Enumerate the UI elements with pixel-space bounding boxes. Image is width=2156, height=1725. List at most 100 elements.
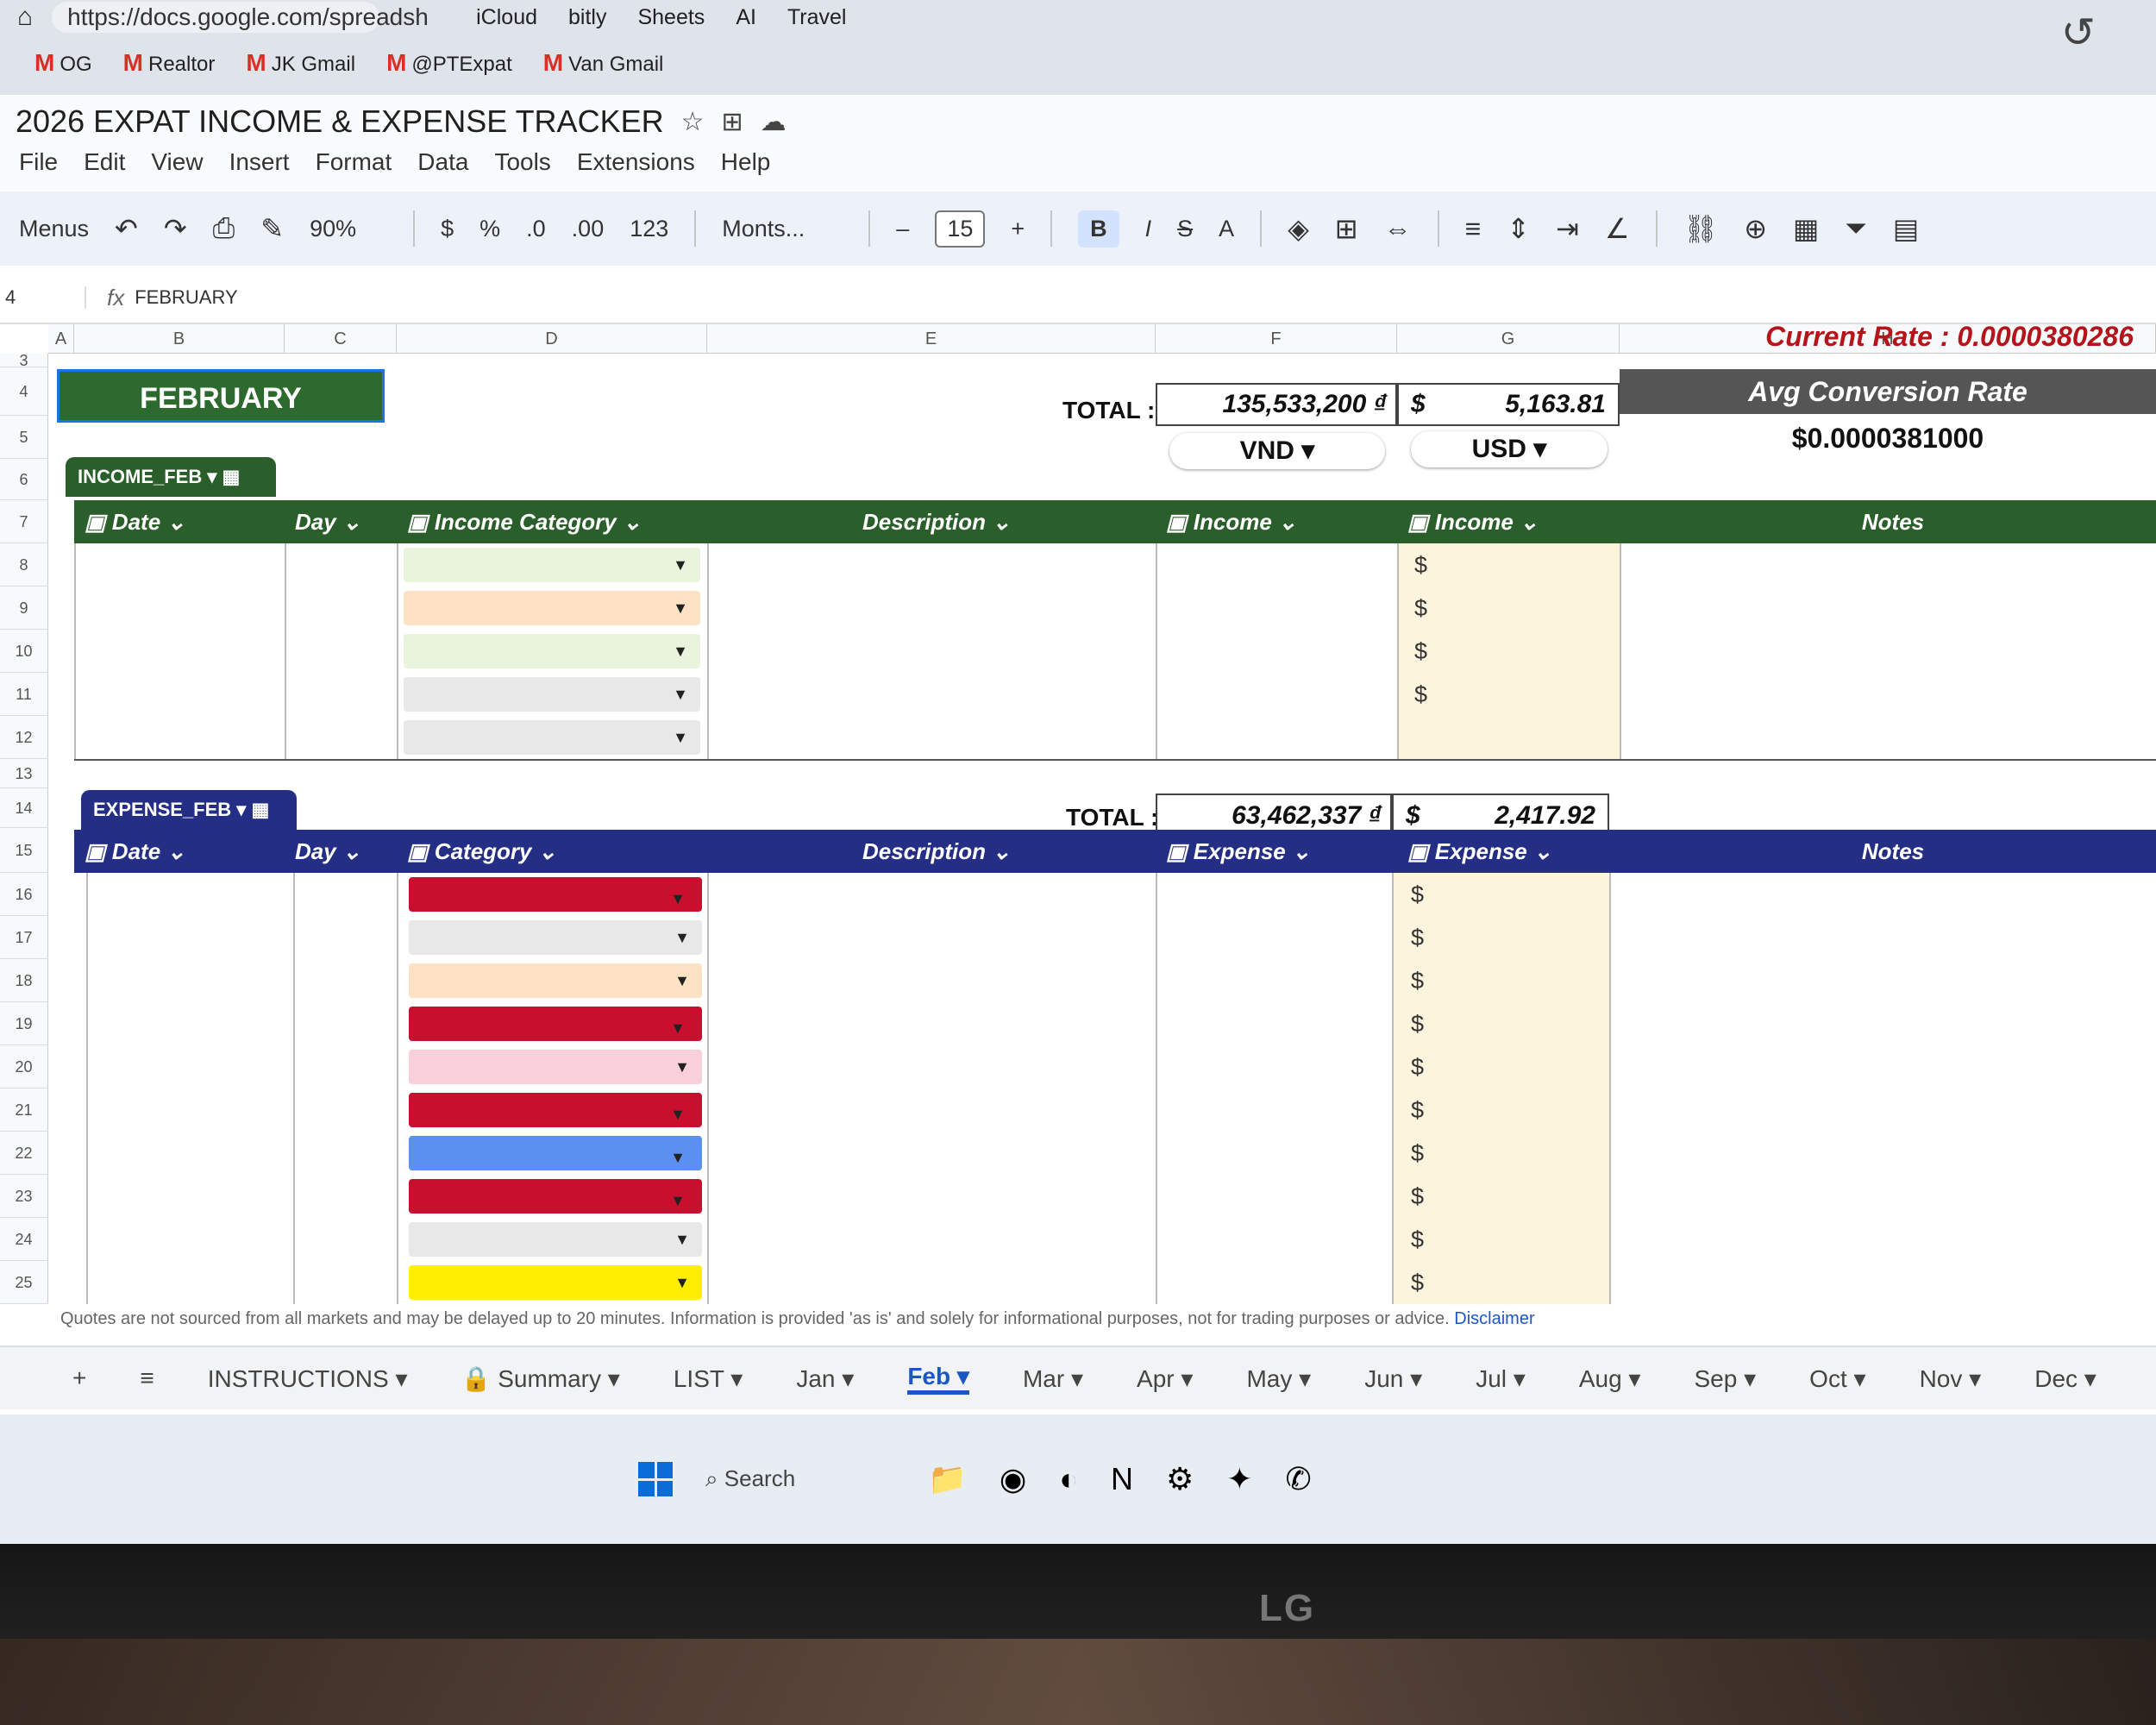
expense-usd[interactable] bbox=[1437, 1002, 1595, 1045]
chevron-down-icon[interactable]: ▾ bbox=[1507, 1365, 1526, 1392]
income-vnd[interactable] bbox=[1156, 586, 1388, 630]
income-notes[interactable] bbox=[1630, 586, 2147, 630]
dropdown-arrow-icon[interactable]: ▼ bbox=[674, 1222, 690, 1257]
expense-category-select[interactable]: ▼ bbox=[409, 877, 702, 912]
row-header[interactable]: 10 bbox=[0, 630, 48, 673]
font-size-decrease[interactable]: – bbox=[896, 216, 909, 242]
expense-date[interactable] bbox=[86, 1132, 293, 1175]
row-header[interactable]: 24 bbox=[0, 1218, 48, 1261]
chevron-down-icon[interactable]: ▾ bbox=[950, 1363, 969, 1389]
expense-vnd[interactable] bbox=[1156, 1088, 1383, 1132]
text-wrap-icon[interactable]: ⇥ bbox=[1556, 212, 1579, 245]
zoom-select[interactable]: 90% bbox=[310, 216, 387, 242]
address-bar[interactable]: https://docs.google.com/spreadsh bbox=[52, 2, 429, 33]
tab-list[interactable]: LIST ▾ bbox=[674, 1364, 743, 1393]
expense-day[interactable] bbox=[293, 1045, 397, 1088]
expense-description[interactable] bbox=[724, 873, 1156, 916]
chevron-down-icon[interactable]: ▾ bbox=[1847, 1365, 1866, 1392]
decrease-decimal-button[interactable]: .0 bbox=[526, 216, 546, 242]
notion-icon[interactable]: N bbox=[1111, 1461, 1133, 1497]
expense-table-name[interactable]: EXPENSE_FEB ▾ ▦ bbox=[81, 790, 297, 830]
expense-date[interactable] bbox=[86, 1088, 293, 1132]
tab-summary[interactable]: 🔒 Summary ▾ bbox=[461, 1364, 620, 1393]
dropdown-arrow-icon[interactable]: ▼ bbox=[674, 1050, 690, 1084]
chevron-down-icon[interactable]: ⌄ bbox=[1286, 838, 1311, 864]
chevron-down-icon[interactable]: ⌄ bbox=[617, 509, 642, 535]
row-header[interactable]: 8 bbox=[0, 543, 48, 586]
expense-header-expense[interactable]: ▣ Expense ⌄ bbox=[1397, 830, 1620, 873]
expense-day[interactable] bbox=[293, 1218, 397, 1261]
row-header[interactable]: 20 bbox=[0, 1045, 48, 1088]
chevron-down-icon[interactable]: ⌄ bbox=[1527, 838, 1552, 864]
currency-select-usd[interactable]: USD ▾ bbox=[1411, 431, 1608, 467]
expense-description[interactable] bbox=[724, 1002, 1156, 1045]
income-vnd[interactable] bbox=[1156, 543, 1388, 586]
expense-day[interactable] bbox=[293, 916, 397, 959]
chevron-down-icon[interactable]: ⌄ bbox=[986, 838, 1011, 864]
tab-feb[interactable]: Feb ▾ bbox=[907, 1362, 969, 1395]
chevron-down-icon[interactable]: ▾ bbox=[835, 1365, 854, 1392]
expense-vnd[interactable] bbox=[1156, 1045, 1383, 1088]
income-notes[interactable] bbox=[1630, 673, 2147, 716]
font-select[interactable]: Monts... bbox=[722, 216, 843, 242]
bookmark-item[interactable]: M @PTExpat bbox=[386, 49, 512, 77]
expense-category-select[interactable]: ▼ bbox=[409, 1050, 702, 1084]
dropdown-arrow-icon[interactable]: ▼ bbox=[673, 591, 688, 625]
expense-date[interactable] bbox=[86, 1218, 293, 1261]
menu-file[interactable]: File bbox=[19, 148, 58, 176]
income-category-select[interactable]: ▼ bbox=[404, 634, 700, 668]
chevron-down-icon[interactable]: ⌄ bbox=[1514, 509, 1539, 535]
bookmark-item[interactable]: M Van Gmail bbox=[543, 49, 664, 77]
expense-day[interactable] bbox=[293, 1132, 397, 1175]
expense-header-category[interactable]: ▣ Category ⌄ bbox=[397, 830, 707, 873]
income-day[interactable] bbox=[285, 673, 397, 716]
expense-header-date[interactable]: ▣ Date ⌄ bbox=[74, 830, 285, 873]
expense-date[interactable] bbox=[86, 1002, 293, 1045]
dropdown-arrow-icon[interactable]: ▼ bbox=[673, 677, 688, 712]
bold-button[interactable]: B bbox=[1078, 210, 1119, 248]
chevron-down-icon[interactable]: ▾ bbox=[601, 1365, 620, 1392]
column-header-f[interactable]: F bbox=[1156, 324, 1397, 354]
month-label[interactable]: FEBRUARY bbox=[57, 369, 385, 423]
top-bookmark[interactable]: bitly bbox=[568, 5, 606, 30]
tab-sep[interactable]: Sep ▾ bbox=[1695, 1364, 1757, 1393]
expense-category-select[interactable]: ▼ bbox=[409, 1222, 702, 1257]
income-description[interactable] bbox=[718, 543, 1149, 586]
expense-description[interactable] bbox=[724, 1261, 1156, 1304]
borders-icon[interactable]: ⊞ bbox=[1335, 212, 1358, 245]
expense-vnd[interactable] bbox=[1156, 916, 1383, 959]
income-table-name[interactable]: INCOME_FEB ▾ ▦ bbox=[66, 457, 276, 497]
column-header-c[interactable]: C bbox=[285, 324, 397, 354]
top-bookmark[interactable]: Sheets bbox=[637, 5, 705, 30]
tab-jan[interactable]: Jan ▾ bbox=[796, 1364, 854, 1393]
bookmark-item[interactable]: M Realtor bbox=[123, 49, 216, 77]
income-header-income[interactable]: ▣ Income ⌄ bbox=[1397, 500, 1620, 543]
taskbar-search[interactable]: ⌕ Search bbox=[705, 1465, 895, 1493]
income-usd[interactable] bbox=[1440, 543, 1604, 586]
column-header-a[interactable]: A bbox=[48, 324, 74, 354]
row-header[interactable]: 25 bbox=[0, 1261, 48, 1304]
dropdown-arrow-icon[interactable]: ▼ bbox=[670, 1183, 686, 1218]
dropdown-arrow-icon[interactable]: ▼ bbox=[670, 881, 686, 916]
income-day[interactable] bbox=[285, 586, 397, 630]
income-description[interactable] bbox=[718, 630, 1149, 673]
expense-header-notes[interactable]: Notes bbox=[1620, 830, 2156, 873]
column-header-b[interactable]: B bbox=[74, 324, 285, 354]
expense-category-select[interactable]: ▼ bbox=[409, 1136, 702, 1170]
expense-category-select[interactable]: ▼ bbox=[409, 1179, 702, 1214]
income-header-description[interactable]: Description ⌄ bbox=[707, 500, 1156, 543]
name-box[interactable]: 4 bbox=[0, 286, 86, 309]
top-bookmark[interactable]: Travel bbox=[787, 5, 847, 30]
expense-date[interactable] bbox=[86, 1045, 293, 1088]
income-day[interactable] bbox=[285, 543, 397, 586]
expense-category-select[interactable]: ▼ bbox=[409, 1265, 702, 1300]
dropdown-arrow-icon[interactable]: ▼ bbox=[670, 1097, 686, 1132]
row-header[interactable]: 22 bbox=[0, 1132, 48, 1175]
expense-day[interactable] bbox=[293, 1261, 397, 1304]
chevron-down-icon[interactable]: ▾ bbox=[724, 1365, 743, 1392]
expense-date[interactable] bbox=[86, 1175, 293, 1218]
expense-day[interactable] bbox=[293, 1002, 397, 1045]
expense-header-description[interactable]: Description ⌄ bbox=[707, 830, 1156, 873]
expense-usd[interactable] bbox=[1437, 1088, 1595, 1132]
bookmark-item[interactable]: M JK Gmail bbox=[246, 49, 355, 77]
